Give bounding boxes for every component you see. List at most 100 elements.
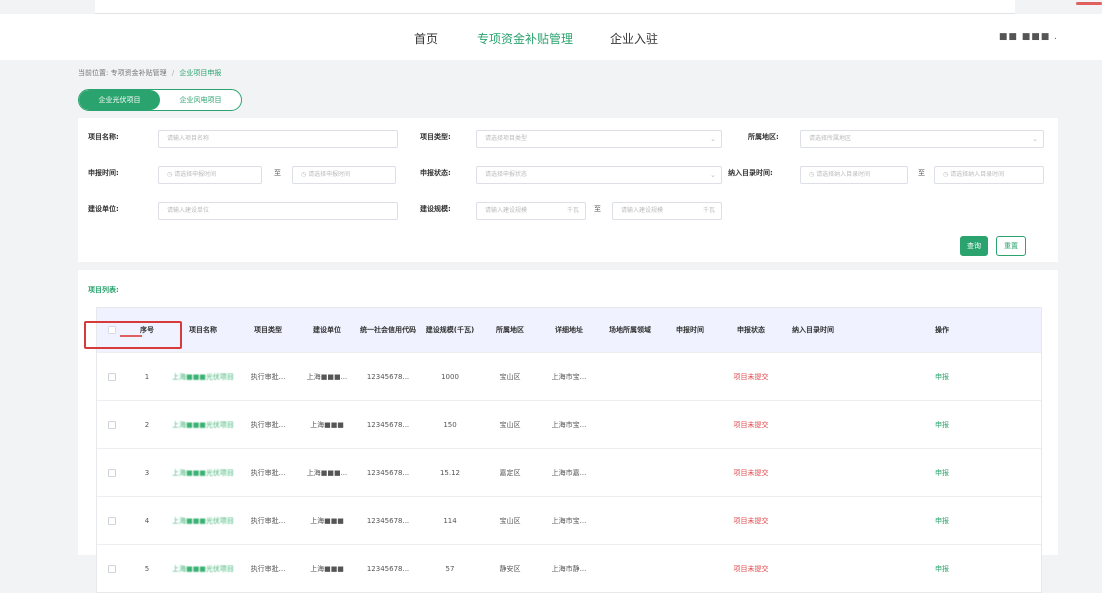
region-cell: 嘉定区	[499, 468, 521, 477]
catalog-time-end[interactable]: ◷ 请选择纳入目录时间	[934, 166, 1044, 184]
status-cell: 项目未提交	[733, 420, 769, 429]
apply-time-start-placeholder: 请选择申报时间	[174, 171, 217, 178]
nav-home[interactable]: 首页	[414, 30, 438, 47]
scale-max-input[interactable]: 请输入建设规模 千瓦	[612, 202, 722, 220]
region-cell: 宝山区	[499, 372, 521, 381]
chevron-down-icon: ⌄	[710, 135, 716, 143]
catalog-time-start[interactable]: ◷ 请选择纳入目录时间	[800, 166, 908, 184]
field-cell	[599, 353, 661, 400]
select-all-checkbox[interactable]	[108, 326, 116, 334]
project-type-cell: 执行审批...	[250, 372, 286, 381]
apply-time-cell	[661, 449, 719, 496]
breadcrumb-level1[interactable]: 专项资金补贴管理	[111, 69, 167, 77]
tab-wind-projects[interactable]: 企业风电项目	[160, 90, 241, 110]
filter-panel: 项目名称: 请输入项目名称 项目类型: 请选择项目类型 ⌄ 所属地区: 请选择所属…	[78, 118, 1058, 262]
row-checkbox[interactable]	[108, 420, 116, 429]
scale-cell: 1000	[441, 372, 459, 381]
col-apply-status: 申报状态	[737, 326, 765, 334]
row-checkbox[interactable]	[108, 372, 116, 381]
row-index: 1	[144, 372, 150, 381]
label-builder: 建设单位:	[88, 205, 119, 213]
apply-time-cell	[661, 545, 719, 592]
apply-button[interactable]: 申报	[843, 545, 1041, 592]
table-row: 5 上海■■■光伏项目 执行审批... 上海■■■ 12345678... 57 静安区 上海…	[97, 544, 1041, 592]
table-row: 1 上海■■■光伏项目 执行审批... 上海■■■... 12345678... 1000…	[97, 352, 1041, 400]
scale-max-placeholder: 请输入建设规模	[621, 207, 664, 214]
row-checkbox[interactable]	[108, 564, 116, 573]
scale-cell: 15.12	[439, 468, 461, 477]
project-table: 序号 项目名称 项目类型 建设单位 统一社会信用代码 建设规模(千瓦) 所属地区…	[96, 307, 1042, 593]
builder-input[interactable]: 请输入建设单位	[158, 202, 398, 220]
apply-button[interactable]: 申报	[843, 353, 1041, 400]
project-type-cell: 执行审批...	[250, 468, 286, 477]
table-row: 2 上海■■■光伏项目 执行审批... 上海■■■ 12345678... 150 宝山区 上…	[97, 400, 1041, 448]
catalog-time-cell	[783, 401, 843, 448]
reset-button[interactable]: 重置	[996, 236, 1026, 256]
table-row: 3 上海■■■光伏项目 执行审批... 上海■■■... 12345678... 15.1…	[97, 448, 1041, 496]
status-cell: 项目未提交	[733, 516, 769, 525]
col-scale: 建设规模(千瓦)	[425, 326, 475, 334]
apply-status-select[interactable]: 请选择申报状态 ⌄	[476, 166, 722, 184]
query-button[interactable]: 查询	[960, 236, 988, 256]
region-select[interactable]: 请选择所属地区 ⌄	[800, 130, 1044, 148]
project-type-cell: 执行审批...	[250, 564, 286, 573]
col-catalog-time: 纳入目录时间	[792, 326, 834, 334]
row-checkbox-cell	[97, 545, 127, 592]
user-menu[interactable]: ■■ ■■■ .	[999, 32, 1058, 42]
apply-button[interactable]: 申报	[843, 449, 1041, 496]
credit-code-cell: 12345678...	[366, 468, 410, 477]
breadcrumb-current: 企业项目申报	[179, 69, 222, 77]
scale-cell: 114	[443, 516, 457, 525]
project-name-input[interactable]: 请输入项目名称	[158, 130, 398, 148]
range-separator: 至	[594, 205, 601, 213]
col-region: 所属地区	[496, 326, 524, 334]
breadcrumb: 当前位置: 专项资金补贴管理 / 企业项目申报	[78, 68, 221, 78]
builder-cell: 上海■■■	[310, 564, 344, 573]
range-separator: 至	[918, 169, 925, 177]
apply-time-cell	[661, 353, 719, 400]
nav-subsidy-management[interactable]: 专项资金补贴管理	[477, 30, 573, 47]
nav-enterprise-entry[interactable]: 企业入驻	[610, 30, 658, 47]
credit-code-cell: 12345678...	[366, 564, 410, 573]
project-name-cell[interactable]: 上海■■■光伏项目	[167, 545, 239, 592]
builder-cell: 上海■■■...	[306, 468, 348, 477]
label-catalog-time: 纳入目录时间:	[728, 169, 773, 177]
apply-time-end[interactable]: ◷ 请选择申报时间	[292, 166, 396, 184]
corner-mark	[1076, 2, 1102, 5]
project-type-cell: 执行审批...	[250, 516, 286, 525]
apply-button[interactable]: 申报	[843, 497, 1041, 544]
scale-cell: 150	[443, 420, 457, 429]
row-checkbox[interactable]	[108, 516, 116, 525]
label-region: 所属地区:	[748, 133, 779, 141]
catalog-time-cell	[783, 449, 843, 496]
chevron-down-icon: ⌄	[1032, 135, 1038, 143]
project-type-select[interactable]: 请选择项目类型 ⌄	[476, 130, 722, 148]
col-field: 场地所属领域	[609, 326, 651, 334]
address-cell: 上海市宝...	[551, 516, 587, 525]
scale-min-input[interactable]: 请输入建设规模 千瓦	[476, 202, 586, 220]
region-cell: 宝山区	[499, 420, 521, 429]
col-project-type: 项目类型	[254, 326, 282, 334]
row-checkbox[interactable]	[108, 468, 116, 477]
apply-time-start[interactable]: ◷ 请选择申报时间	[158, 166, 262, 184]
status-cell: 项目未提交	[733, 564, 769, 573]
region-placeholder: 请选择所属地区	[809, 135, 852, 142]
chevron-down-icon: ⌄	[710, 171, 716, 179]
range-separator: 至	[274, 169, 281, 177]
address-cell: 上海市嘉...	[551, 468, 587, 477]
builder-cell: 上海■■■...	[306, 372, 348, 381]
project-name-cell[interactable]: 上海■■■光伏项目	[167, 497, 239, 544]
label-apply-status: 申报状态:	[420, 169, 451, 177]
project-type-placeholder: 请选择项目类型	[485, 135, 528, 142]
apply-time-end-placeholder: 请选择申报时间	[308, 171, 351, 178]
row-index: 4	[144, 516, 150, 525]
tab-pv-projects[interactable]: 企业光伏项目	[79, 90, 160, 110]
region-cell: 宝山区	[499, 516, 521, 525]
apply-button[interactable]: 申报	[843, 401, 1041, 448]
col-index: 序号	[140, 326, 154, 334]
project-name-cell[interactable]: 上海■■■光伏项目	[167, 353, 239, 400]
project-name-cell[interactable]: 上海■■■光伏项目	[167, 401, 239, 448]
col-operation: 操作	[935, 326, 949, 334]
project-name-cell[interactable]: 上海■■■光伏项目	[167, 449, 239, 496]
address-cell: 上海市宝...	[551, 372, 587, 381]
